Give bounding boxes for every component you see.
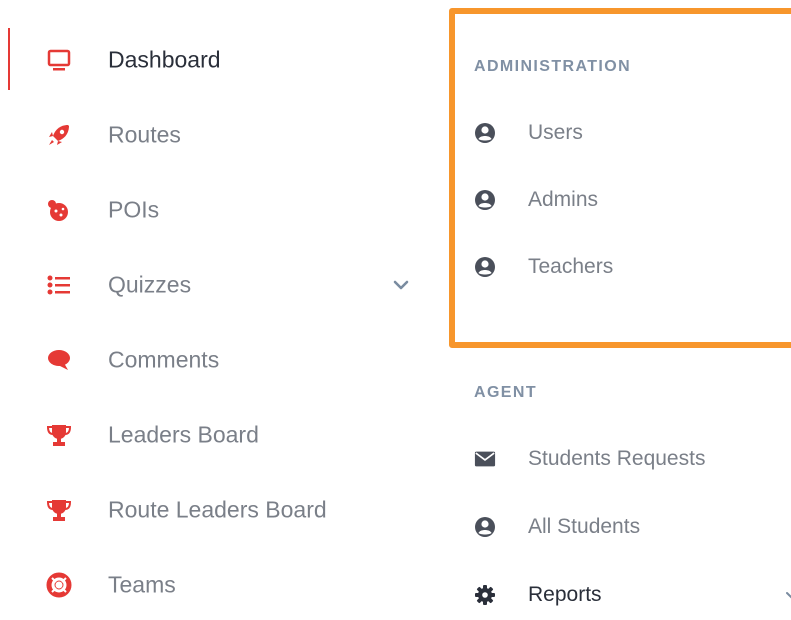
nav-item-quizzes[interactable]: Quizzes <box>0 258 430 312</box>
admin-label-teachers: Teachers <box>528 255 614 278</box>
nav-label-teams: Teams <box>108 571 176 598</box>
admin-label-users: Users <box>528 121 583 144</box>
comment-icon <box>46 347 72 373</box>
section-title-agent: AGENT <box>474 384 537 401</box>
admin-label-admins: Admins <box>528 188 599 211</box>
nav-label-routes: Routes <box>108 121 181 148</box>
admin-item-teachers[interactable]: Teachers <box>460 242 791 292</box>
user-circle-icon <box>474 516 496 538</box>
life-ring-icon <box>46 572 72 598</box>
list-icon <box>46 272 72 298</box>
nav-label-comments: Comments <box>108 346 220 373</box>
nav-label-quizzes: Quizzes <box>108 271 192 298</box>
agent-item-reports[interactable]: Reports <box>460 570 791 620</box>
agent-label-all-students: All Students <box>528 515 641 538</box>
admin-item-users[interactable]: Users <box>460 108 791 158</box>
user-circle-icon <box>474 256 496 278</box>
nav-label-pois: POIs <box>108 196 160 223</box>
agent-item-students-requests[interactable]: Students Requests <box>460 434 791 484</box>
nav-item-route-leaders-board[interactable]: Route Leaders Board <box>0 483 430 537</box>
rocket-icon <box>46 122 72 148</box>
nav-item-routes[interactable]: Routes <box>0 108 430 162</box>
nav-label-leaders-board: Leaders Board <box>108 421 259 448</box>
nav-item-leaders-board[interactable]: Leaders Board <box>0 408 430 462</box>
gear-icon <box>474 584 496 606</box>
trophy-icon <box>46 497 72 523</box>
nav-label-route-leaders-board: Route Leaders Board <box>108 496 327 523</box>
nav-item-dashboard[interactable]: Dashboard <box>0 33 430 87</box>
chevron-down-icon[interactable] <box>392 278 410 292</box>
globe-pin-icon <box>46 197 72 223</box>
nav-item-pois[interactable]: POIs <box>0 183 430 237</box>
admin-item-admins[interactable]: Admins <box>460 175 791 225</box>
section-title-administration: ADMINISTRATION <box>474 58 632 75</box>
left-sidebar-nav: Dashboard Routes POIs Quizzes Comments L… <box>0 0 440 606</box>
agent-label-students-requests: Students Requests <box>528 447 706 470</box>
nav-item-teams[interactable]: Teams <box>0 558 430 612</box>
agent-item-all-students[interactable]: All Students <box>460 502 791 552</box>
monitor-icon <box>46 47 72 73</box>
chevron-down-icon[interactable] <box>786 589 791 601</box>
nav-label-dashboard: Dashboard <box>108 46 221 73</box>
envelope-icon <box>474 448 496 470</box>
agent-label-reports: Reports <box>528 583 602 606</box>
user-circle-icon <box>474 189 496 211</box>
nav-item-comments[interactable]: Comments <box>0 333 430 387</box>
user-circle-icon <box>474 122 496 144</box>
trophy-icon <box>46 422 72 448</box>
